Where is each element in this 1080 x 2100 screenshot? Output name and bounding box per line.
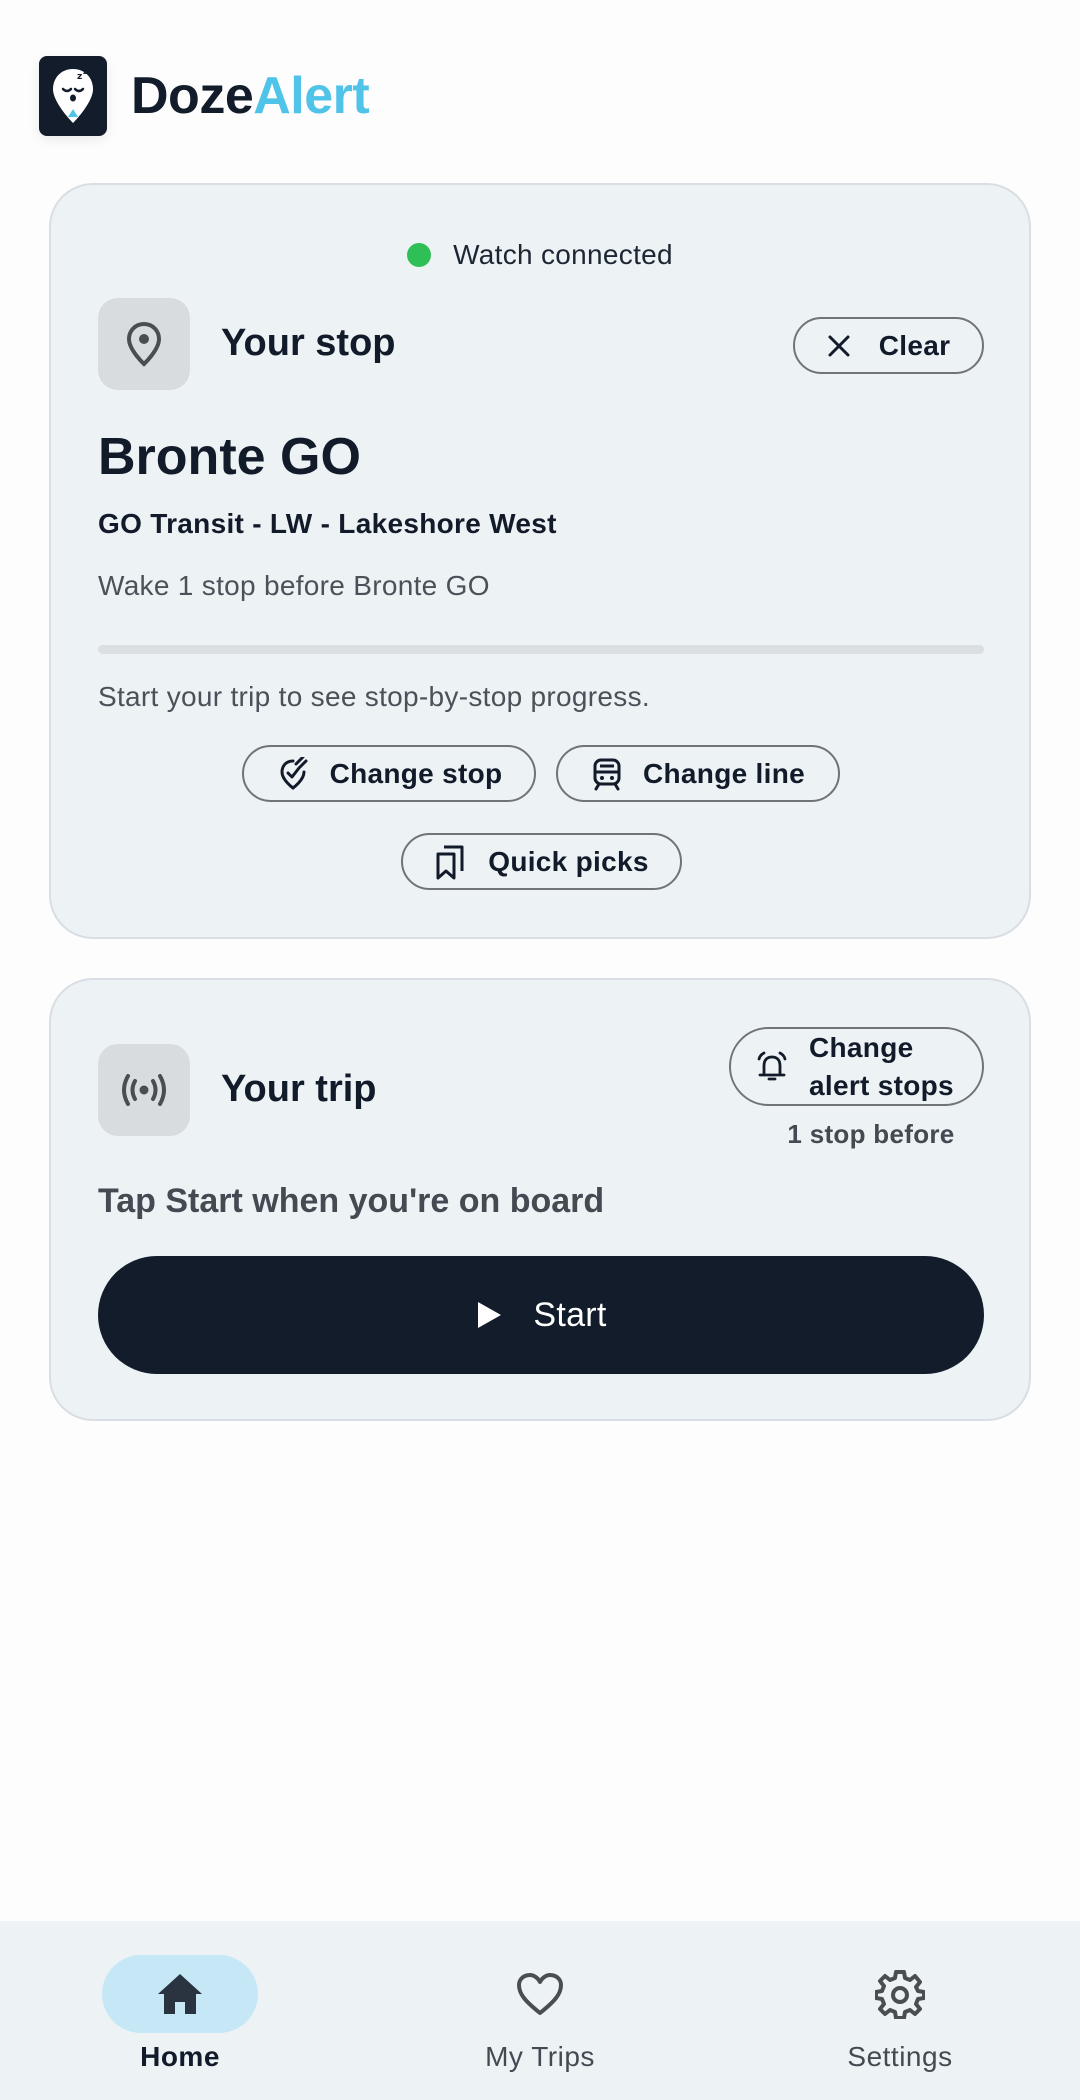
edit-location-icon bbox=[280, 756, 308, 790]
app-logo-icon: z z bbox=[39, 56, 107, 136]
nav-item-settings[interactable]: Settings bbox=[790, 1955, 1010, 2073]
connected-dot-icon bbox=[407, 243, 432, 267]
quick-picks-label: Quick picks bbox=[488, 845, 649, 877]
play-icon bbox=[478, 1302, 502, 1328]
quick-picks-button[interactable]: Quick picks bbox=[401, 833, 682, 890]
home-icon bbox=[102, 1955, 258, 2033]
line-name: GO Transit - LW - Lakeshore West bbox=[98, 508, 557, 539]
change-stop-label: Change stop bbox=[329, 757, 503, 789]
change-alert-line2: alert stops bbox=[809, 1069, 954, 1101]
stop-card: Watch connected Your stop Clear Bronte G… bbox=[49, 183, 1031, 939]
nav-item-home[interactable]: Home bbox=[70, 1955, 290, 2073]
trip-card: Your trip Change alert stops 1 stop befo… bbox=[49, 978, 1031, 1421]
nav-label-home: Home bbox=[140, 2041, 220, 2072]
alarm-bell-icon bbox=[757, 1051, 787, 1080]
svg-text:z: z bbox=[83, 68, 87, 76]
app-header: z z DozeAlert bbox=[39, 55, 370, 137]
stop-card-title: Your stop bbox=[221, 322, 396, 364]
trip-hint: Tap Start when you're on board bbox=[98, 1182, 605, 1220]
wake-setting-text: Wake 1 stop before Bronte GO bbox=[98, 570, 490, 601]
nav-item-my-trips[interactable]: My Trips bbox=[430, 1955, 650, 2073]
progress-hint: Start your trip to see stop-by-stop prog… bbox=[98, 681, 650, 712]
start-trip-button[interactable]: Start bbox=[98, 1256, 984, 1374]
alert-stops-summary: 1 stop before bbox=[787, 1119, 955, 1149]
change-alert-line1: Change bbox=[809, 1031, 914, 1063]
heart-icon bbox=[462, 1955, 618, 2033]
change-alert-stops-button[interactable]: Change alert stops bbox=[729, 1027, 984, 1106]
close-icon bbox=[828, 335, 850, 356]
stop-name: Bronte GO bbox=[98, 428, 361, 486]
svg-text:z: z bbox=[77, 72, 82, 82]
broadcast-icon bbox=[98, 1044, 190, 1136]
app-title-part1: Doze bbox=[131, 67, 254, 125]
start-button-label: Start bbox=[533, 1295, 607, 1334]
clear-button-label: Clear bbox=[878, 329, 951, 361]
app-title-part2: Alert bbox=[253, 67, 370, 125]
trip-progress-bar bbox=[98, 645, 984, 654]
nav-label-my-trips: My Trips bbox=[485, 2041, 595, 2072]
bottom-navigation: Home My Trips Settings bbox=[0, 1921, 1080, 2100]
change-line-label: Change line bbox=[643, 757, 805, 789]
train-icon bbox=[593, 758, 621, 790]
bookmarks-icon bbox=[436, 845, 464, 879]
app-title: DozeAlert bbox=[131, 66, 370, 126]
watch-status-label: Watch connected bbox=[453, 239, 673, 270]
clear-button[interactable]: Clear bbox=[793, 317, 984, 374]
nav-label-settings: Settings bbox=[847, 2041, 953, 2072]
trip-card-title: Your trip bbox=[221, 1068, 377, 1110]
change-alert-stops-label: Change alert stops bbox=[809, 1029, 954, 1105]
change-line-button[interactable]: Change line bbox=[556, 745, 840, 802]
change-stop-button[interactable]: Change stop bbox=[242, 745, 536, 802]
location-pin-icon bbox=[98, 298, 190, 390]
watch-status: Watch connected bbox=[51, 239, 1029, 271]
gear-icon bbox=[822, 1955, 978, 2033]
